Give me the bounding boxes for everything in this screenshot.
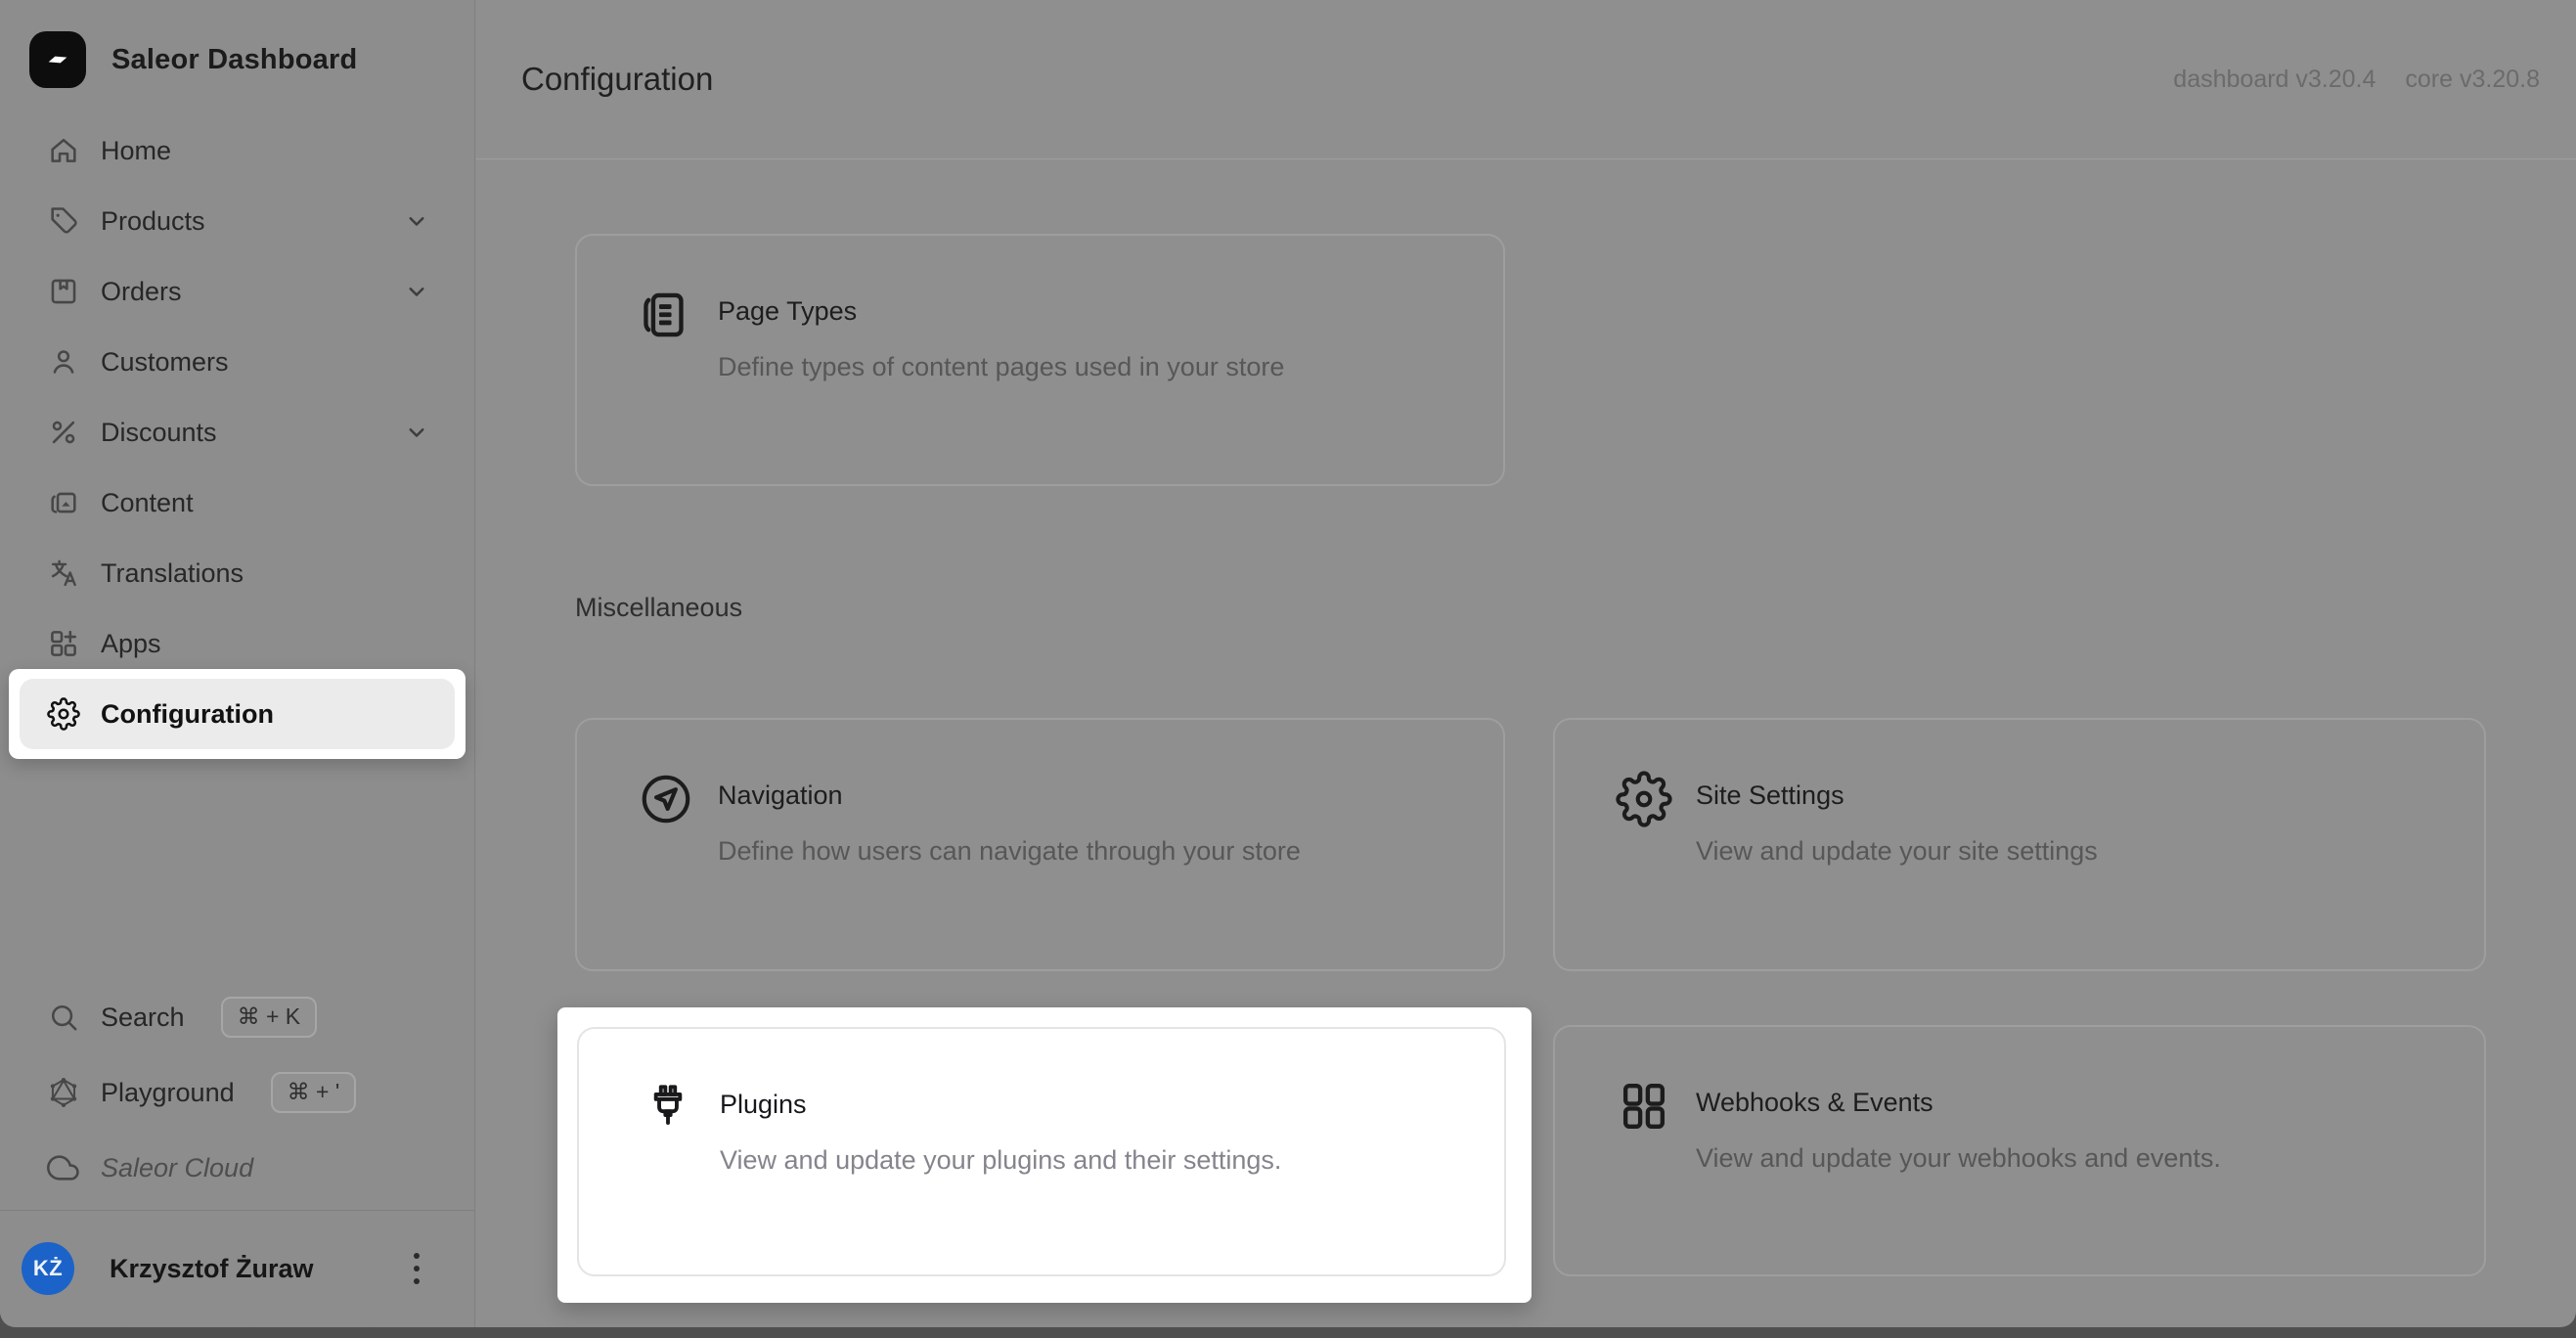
sidebar-nav: Home Products Orders Customers Discounts… <box>9 115 466 759</box>
sidebar-item-label: Products <box>101 205 205 236</box>
playground-shortcut-badge: ⌘ + ' <box>270 1072 357 1113</box>
section-label-miscellaneous: Miscellaneous <box>575 593 743 622</box>
card-site-settings[interactable]: Site Settings View and update your site … <box>1553 718 2486 971</box>
card-description: View and update your site settings <box>1696 836 2098 866</box>
sidebar-item-products[interactable]: Products <box>20 186 455 256</box>
plugins-icon <box>640 1080 696 1137</box>
sidebar-footer: Search ⌘ + K Playground ⌘ + ' Saleor Clo… <box>0 982 474 1326</box>
search-icon <box>47 1001 80 1034</box>
user-menu: KŻ Krzysztof Żuraw <box>0 1211 474 1326</box>
card-description: Define types of content pages used in yo… <box>718 352 1285 381</box>
sidebar-item-home[interactable]: Home <box>20 115 455 186</box>
sidebar-item-label: Home <box>101 135 172 165</box>
sidebar-item-customers[interactable]: Customers <box>20 327 455 397</box>
saleor-cloud-label: Saleor Cloud <box>101 1152 254 1182</box>
sidebar-item-label: Apps <box>101 628 161 658</box>
sidebar-item-label: Configuration <box>101 698 274 729</box>
graphql-icon <box>47 1076 80 1109</box>
sidebar-item-discounts[interactable]: Discounts <box>20 397 455 468</box>
card-webhooks-events[interactable]: Webhooks & Events View and update your w… <box>1553 1025 2486 1276</box>
card-title: Site Settings <box>1696 780 1844 810</box>
saleor-logo-icon <box>29 31 86 88</box>
card-title: Page Types <box>718 296 858 326</box>
card-description: Define how users can navigate through yo… <box>718 836 1301 866</box>
sidebar-item-configuration[interactable]: Configuration <box>20 679 455 749</box>
search-label: Search <box>101 1002 185 1032</box>
card-title: Plugins <box>720 1090 807 1119</box>
site-settings-icon <box>1616 771 1672 827</box>
sidebar-item-label: Content <box>101 487 194 517</box>
content-icon <box>47 486 80 519</box>
chevron-down-icon <box>402 206 431 236</box>
sidebar-item-label: Discounts <box>101 417 217 447</box>
package-icon <box>47 275 80 308</box>
gear-icon <box>47 697 80 731</box>
page-title: Configuration <box>521 61 714 97</box>
playground-button[interactable]: Playground ⌘ + ' <box>20 1057 455 1128</box>
chevron-down-icon <box>402 418 431 447</box>
card-page-types[interactable]: Page Types Define types of content pages… <box>575 234 1505 486</box>
page-header: Configuration dashboard v3.20.4 core v3.… <box>476 0 2576 159</box>
sidebar-item-label: Translations <box>101 558 244 588</box>
percent-icon <box>47 416 80 449</box>
page-types-icon <box>638 287 694 343</box>
user-name: Krzysztof Żuraw <box>110 1253 314 1283</box>
apps-grid-icon <box>47 627 80 660</box>
kebab-menu-icon[interactable] <box>408 1247 425 1290</box>
avatar-initials: KŻ <box>32 1256 64 1280</box>
main-area: Configuration dashboard v3.20.4 core v3.… <box>476 0 2576 1327</box>
search-shortcut-badge: ⌘ + K <box>220 997 318 1038</box>
sidebar-item-label: Customers <box>101 346 229 377</box>
plugins-spotlight: Plugins View and update your plugins and… <box>557 1007 1532 1303</box>
sidebar-item-content[interactable]: Content <box>20 468 455 538</box>
translate-icon <box>47 557 80 590</box>
chevron-down-icon <box>402 277 431 306</box>
avatar: KŻ <box>22 1242 74 1295</box>
brand: Saleor Dashboard <box>0 0 474 88</box>
user-icon <box>47 345 80 379</box>
card-title: Webhooks & Events <box>1696 1088 1933 1117</box>
card-title: Navigation <box>718 780 843 810</box>
webhooks-icon <box>1616 1078 1672 1135</box>
dashboard-version: dashboard v3.20.4 <box>2173 65 2376 93</box>
navigation-icon <box>638 771 694 827</box>
brand-title: Saleor Dashboard <box>111 43 358 75</box>
saleor-cloud-link[interactable]: Saleor Cloud <box>20 1133 455 1203</box>
cloud-icon <box>47 1151 80 1184</box>
home-icon <box>47 134 80 167</box>
app-window: Saleor Dashboard Home Products Orders Cu… <box>0 0 2576 1327</box>
playground-label: Playground <box>101 1077 235 1107</box>
card-navigation[interactable]: Navigation Define how users can navigate… <box>575 718 1505 971</box>
search-button[interactable]: Search ⌘ + K <box>20 982 455 1052</box>
sidebar-item-orders[interactable]: Orders <box>20 256 455 327</box>
sidebar: Saleor Dashboard Home Products Orders Cu… <box>0 0 475 1327</box>
core-version: core v3.20.8 <box>2405 65 2540 93</box>
card-description: View and update your plugins and their s… <box>720 1145 1282 1175</box>
sidebar-item-translations[interactable]: Translations <box>20 538 455 608</box>
version-info: dashboard v3.20.4 core v3.20.8 <box>2173 66 2540 94</box>
card-plugins[interactable]: Plugins View and update your plugins and… <box>577 1027 1506 1276</box>
tag-icon <box>47 204 80 238</box>
card-description: View and update your webhooks and events… <box>1696 1143 2221 1173</box>
sidebar-item-label: Orders <box>101 276 182 306</box>
configuration-spotlight: Configuration <box>9 669 466 759</box>
